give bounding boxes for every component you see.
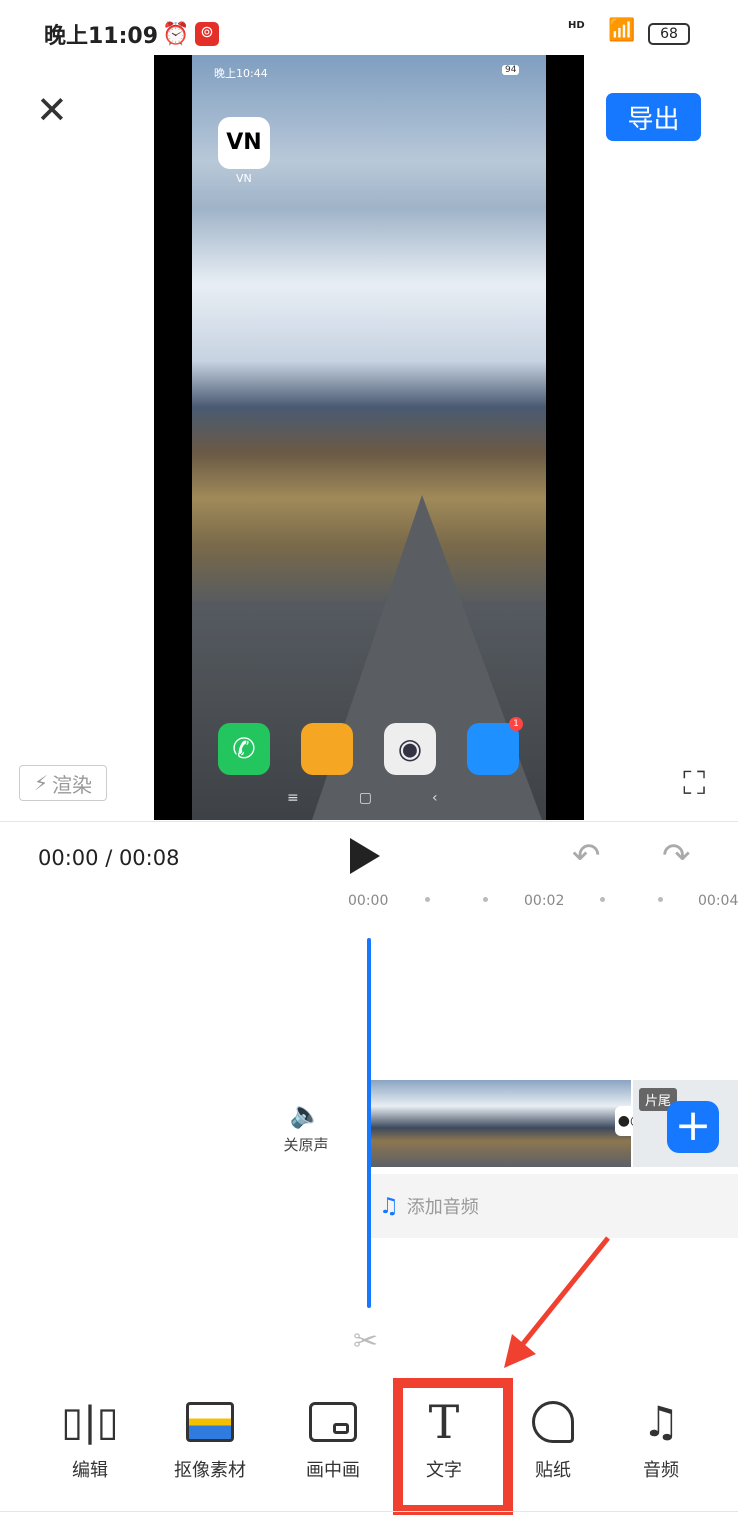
undo-button[interactable]: ↶ <box>572 836 601 876</box>
nav-bar: ≡▢‹ <box>287 790 498 806</box>
tick-dot <box>658 897 663 902</box>
tool-label: 抠像素材 <box>174 1460 246 1481</box>
tool-sticker[interactable]: 贴纸 <box>498 1398 608 1482</box>
close-button[interactable]: ✕ <box>36 88 68 132</box>
tool-label: 画中画 <box>306 1460 360 1481</box>
tool-pip[interactable]: 画中画 <box>278 1398 388 1482</box>
battery-icon: 68 <box>648 23 690 45</box>
annotation-arrow <box>504 1236 610 1368</box>
add-audio-label: 添加音频 <box>406 1197 479 1218</box>
redo-button[interactable]: ↷ <box>662 836 691 876</box>
render-button[interactable]: ⚡ 渲染 <box>19 765 107 801</box>
tool-label: 编辑 <box>72 1460 108 1481</box>
pip-icon <box>309 1402 357 1442</box>
lightning-icon: ⚡ <box>33 771 49 795</box>
time-display: 00:00 / 00:08 <box>38 846 180 870</box>
signal-icon: HD <box>568 20 585 31</box>
export-button[interactable]: 导出 <box>606 93 701 141</box>
status-time: 晚上11:09 <box>44 24 159 49</box>
music-icon: ♫ <box>642 1397 680 1446</box>
tool-audio[interactable]: ♫ 音频 <box>606 1398 716 1482</box>
video-clip[interactable] <box>371 1080 631 1167</box>
preview-frame: 晚上10:44 94 VN VN ✆ ◉ 1 ≡▢‹ <box>192 55 546 820</box>
notes-app-icon <box>301 723 353 775</box>
tool-edit[interactable]: ▯|▯ 编辑 <box>35 1398 145 1482</box>
tick-label: 00:02 <box>524 893 565 909</box>
render-label: 渲染 <box>52 772 93 797</box>
browser-app-icon <box>467 723 519 775</box>
tick-dot <box>483 897 488 902</box>
music-add-icon: ♫ <box>379 1193 399 1219</box>
divider <box>0 821 738 822</box>
tick-label: 00:04 <box>698 893 738 909</box>
tick-dot <box>600 897 605 902</box>
netease-music-icon: ⊚ <box>195 22 219 46</box>
split-icon: ▯|▯ <box>61 1399 119 1445</box>
annotation-highlight-box <box>393 1378 513 1515</box>
play-button[interactable] <box>350 838 380 874</box>
add-clip-button[interactable]: + <box>667 1101 719 1153</box>
tick-label: 00:00 <box>348 893 389 909</box>
add-audio-track[interactable]: ♫ 添加音频 <box>371 1174 738 1238</box>
inner-battery: 94 <box>502 65 520 75</box>
phone-app-icon: ✆ <box>218 723 270 775</box>
video-preview[interactable]: 晚上10:44 94 VN VN ✆ ◉ 1 ≡▢‹ <box>154 55 584 820</box>
speaker-icon: 🔈 <box>289 1100 323 1130</box>
notification-badge: 1 <box>509 717 523 731</box>
tool-label: 音频 <box>643 1460 679 1481</box>
bottom-divider <box>0 1511 738 1512</box>
mute-original-button[interactable]: 🔈 关原声 <box>278 1100 334 1155</box>
vn-app-icon: VN <box>218 117 270 169</box>
mute-label: 关原声 <box>283 1136 329 1154</box>
inner-status-time: 晚上10:44 <box>214 67 268 80</box>
fullscreen-button[interactable]: ⛶ <box>683 764 705 803</box>
tick-dot <box>425 897 430 902</box>
cutout-icon <box>186 1402 234 1442</box>
tool-label: 贴纸 <box>535 1460 571 1481</box>
wifi-icon: 📶 <box>608 18 636 43</box>
alarm-icon: ⏰ <box>162 22 190 47</box>
vn-app-label: VN <box>236 172 252 185</box>
sticker-icon <box>532 1401 574 1443</box>
scissors-icon[interactable]: ✂ <box>353 1324 378 1359</box>
playhead[interactable] <box>367 938 371 1308</box>
tool-cutout[interactable]: 抠像素材 <box>155 1398 265 1482</box>
camera-app-icon: ◉ <box>384 723 436 775</box>
